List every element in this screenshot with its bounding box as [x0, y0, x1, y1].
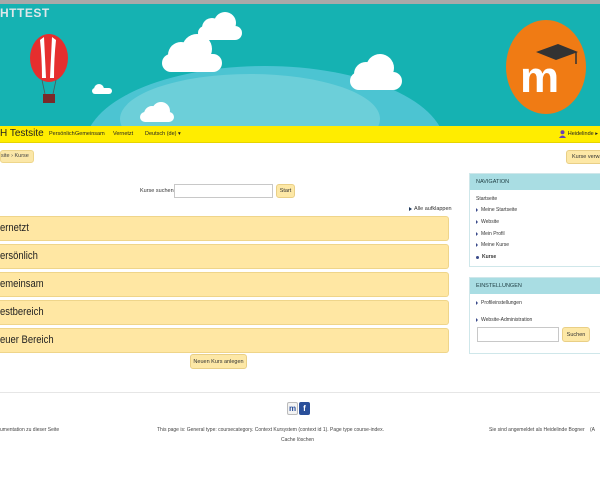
- top-navbar: H Testsite Persönlich Gemeinsam Vernetzt…: [0, 126, 600, 143]
- settings-item-label: Profileinstellungen: [481, 300, 522, 306]
- user-menu[interactable]: Heidelinde ▸: [558, 130, 598, 138]
- brand-text: HTTEST: [0, 6, 50, 20]
- breadcrumb-current[interactable]: Kurse: [14, 153, 28, 159]
- nav-item-kurse-active[interactable]: Kurse: [476, 254, 496, 260]
- nav-item-meine-startseite[interactable]: Meine Startseite: [476, 207, 517, 213]
- category-row[interactable]: euer Bereich: [0, 328, 449, 353]
- new-course-button[interactable]: Neuen Kurs anlegen: [190, 354, 247, 369]
- settings-item-admin[interactable]: Website-Administration: [476, 317, 532, 323]
- category-row[interactable]: estbereich: [0, 300, 449, 325]
- category-name[interactable]: ernetzt: [0, 222, 29, 234]
- manage-courses-button[interactable]: Kurse verwa: [566, 150, 600, 164]
- nav-item-website[interactable]: Website: [476, 219, 499, 225]
- settings-block: EINSTELLUNGEN Profileinstellungen Websit…: [469, 277, 600, 354]
- settings-item-label: Website-Administration: [481, 317, 533, 323]
- settings-search-button[interactable]: Suchen: [562, 327, 590, 342]
- settings-block-title[interactable]: EINSTELLUNGEN: [470, 278, 600, 294]
- category-row[interactable]: ersönlich: [0, 244, 449, 269]
- breadcrumb-home[interactable]: site: [1, 153, 10, 159]
- expand-all-label: Alle aufklappen: [414, 206, 452, 212]
- nav-item-vernetzt[interactable]: Vernetzt: [113, 131, 133, 137]
- documentation-link[interactable]: umentation zu dieser Seite: [0, 427, 59, 433]
- category-name[interactable]: euer Bereich: [0, 334, 54, 346]
- course-search-label: Kurse suchen:: [140, 188, 176, 194]
- cloud-icon: [348, 52, 404, 92]
- nav-item-mein-profil[interactable]: Mein Profil: [476, 231, 505, 237]
- nav-item-gemeinsam[interactable]: Gemeinsam: [75, 131, 105, 137]
- triangle-right-icon: [476, 220, 478, 224]
- cloud-icon: [92, 82, 112, 94]
- category-row[interactable]: emeinsam: [0, 272, 449, 297]
- settings-search-input[interactable]: [477, 327, 559, 342]
- nav-item-meine-kurse[interactable]: Meine Kurse: [476, 242, 509, 248]
- user-name: Heidelinde ▸: [567, 131, 598, 137]
- bullet-icon: [476, 255, 479, 259]
- triangle-right-icon: [476, 232, 478, 236]
- moodle-logo-letter: m: [520, 53, 560, 102]
- triangle-right-icon: [476, 318, 478, 322]
- page-info-text: This page is: General type: coursecatego…: [157, 427, 384, 433]
- breadcrumb-separator: ›: [11, 153, 13, 159]
- navigation-block-title[interactable]: NAVIGATION: [470, 174, 600, 190]
- category-name[interactable]: estbereich: [0, 306, 44, 318]
- triangle-right-icon: [476, 301, 478, 305]
- user-avatar-icon: [558, 130, 566, 138]
- expand-all-link[interactable]: Alle aufklappen: [409, 206, 452, 212]
- navigation-block: NAVIGATION Startseite Meine Startseite W…: [469, 173, 600, 267]
- category-row[interactable]: ernetzt: [0, 216, 449, 241]
- hot-air-balloon-icon: [30, 34, 68, 103]
- login-info-text: Sie sind angemeldet als Heidelinde Bogne…: [489, 427, 585, 433]
- purge-caches-link[interactable]: Cache löschen: [281, 437, 314, 443]
- nav-root-label: Startseite: [476, 196, 498, 202]
- nav-item-label: Website: [481, 219, 499, 225]
- footer-icons: m f: [287, 402, 310, 415]
- nav-item-label: Kurse: [482, 254, 497, 260]
- nav-item-label: Meine Startseite: [481, 207, 518, 213]
- triangle-right-icon: [476, 243, 478, 247]
- breadcrumb: site › Kurse: [0, 150, 34, 163]
- category-name[interactable]: ersönlich: [0, 250, 38, 262]
- moodle-icon[interactable]: m: [287, 402, 298, 415]
- footer-divider: [0, 392, 600, 393]
- category-name[interactable]: emeinsam: [0, 278, 44, 290]
- triangle-right-icon: [409, 207, 412, 211]
- triangle-right-icon: [476, 208, 478, 212]
- nav-item-persoenlich[interactable]: Persönlich: [49, 131, 75, 137]
- moodle-logo: m: [506, 20, 586, 114]
- search-start-button[interactable]: Start: [276, 184, 295, 198]
- nav-item-label: Meine Kurse: [481, 242, 510, 248]
- language-menu[interactable]: Deutsch (de) ▾: [145, 131, 181, 137]
- cloud-icon: [140, 102, 176, 122]
- logout-link[interactable]: (A: [590, 427, 595, 433]
- nav-root-startseite[interactable]: Startseite: [476, 196, 497, 202]
- course-search-input[interactable]: [174, 184, 273, 198]
- header-banner: HTTEST m: [0, 4, 600, 126]
- site-name-link[interactable]: H Testsite: [0, 128, 44, 139]
- cloud-icon: [196, 12, 244, 40]
- settings-item-profile[interactable]: Profileinstellungen: [476, 300, 522, 306]
- nav-item-label: Mein Profil: [481, 231, 505, 237]
- facebook-icon[interactable]: f: [299, 402, 310, 415]
